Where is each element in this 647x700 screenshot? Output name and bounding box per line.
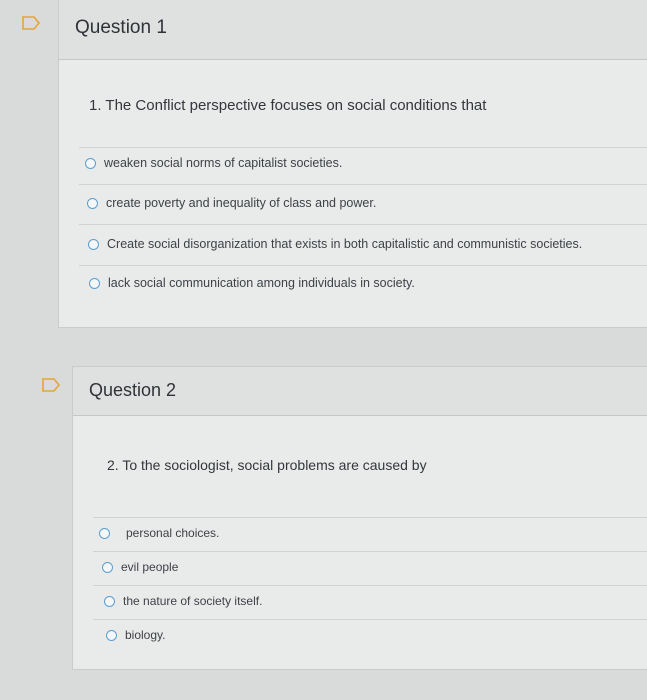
question-prompt: 1. The Conflict perspective focuses on s…	[89, 97, 487, 114]
answer-option-label: Create social disorganization that exist…	[107, 237, 583, 251]
divider	[93, 619, 647, 620]
answer-option-label: lack social communication among individu…	[108, 276, 415, 290]
answer-option-label: the nature of society itself.	[123, 594, 263, 608]
answer-option-label: biology.	[125, 628, 166, 642]
divider	[79, 147, 647, 148]
answer-option[interactable]: the nature of society itself.	[104, 594, 262, 608]
answer-option-label: weaken social norms of capitalist societ…	[104, 156, 343, 170]
flag-icon[interactable]	[42, 378, 60, 392]
answer-option[interactable]: personal choices.	[99, 526, 219, 540]
radio-icon[interactable]	[102, 561, 113, 573]
divider	[79, 184, 647, 185]
divider	[93, 585, 647, 586]
answer-option[interactable]: create poverty and inequality of class a…	[87, 196, 376, 210]
answer-option[interactable]: evil people	[102, 560, 178, 574]
divider	[93, 517, 647, 518]
radio-icon[interactable]	[87, 197, 98, 209]
question-title: Question 1	[75, 17, 167, 38]
radio-icon[interactable]	[106, 629, 117, 641]
answer-option-label: evil people	[121, 560, 179, 574]
answer-option[interactable]: Create social disorganization that exist…	[88, 237, 582, 251]
radio-icon[interactable]	[99, 527, 110, 539]
answer-option-label: create poverty and inequality of class a…	[106, 196, 377, 210]
question-title: Question 2	[89, 380, 177, 400]
divider	[79, 224, 647, 225]
flag-icon[interactable]	[22, 16, 40, 30]
radio-icon[interactable]	[85, 157, 96, 169]
answer-option-label: personal choices.	[126, 526, 220, 540]
radio-icon[interactable]	[88, 238, 99, 250]
radio-icon[interactable]	[104, 595, 115, 607]
question-card-1: Question 1 1. The Conflict perspective f…	[58, 0, 647, 328]
radio-icon[interactable]	[89, 277, 100, 289]
question-card-2: Question 2 2. To the sociologist, social…	[72, 366, 647, 670]
answer-option[interactable]: biology.	[106, 628, 165, 642]
question-prompt: 2. To the sociologist, social problems a…	[107, 457, 427, 473]
divider	[79, 265, 647, 266]
divider	[93, 551, 647, 552]
answer-option[interactable]: lack social communication among individu…	[89, 276, 415, 290]
answer-option[interactable]: weaken social norms of capitalist societ…	[85, 156, 342, 170]
